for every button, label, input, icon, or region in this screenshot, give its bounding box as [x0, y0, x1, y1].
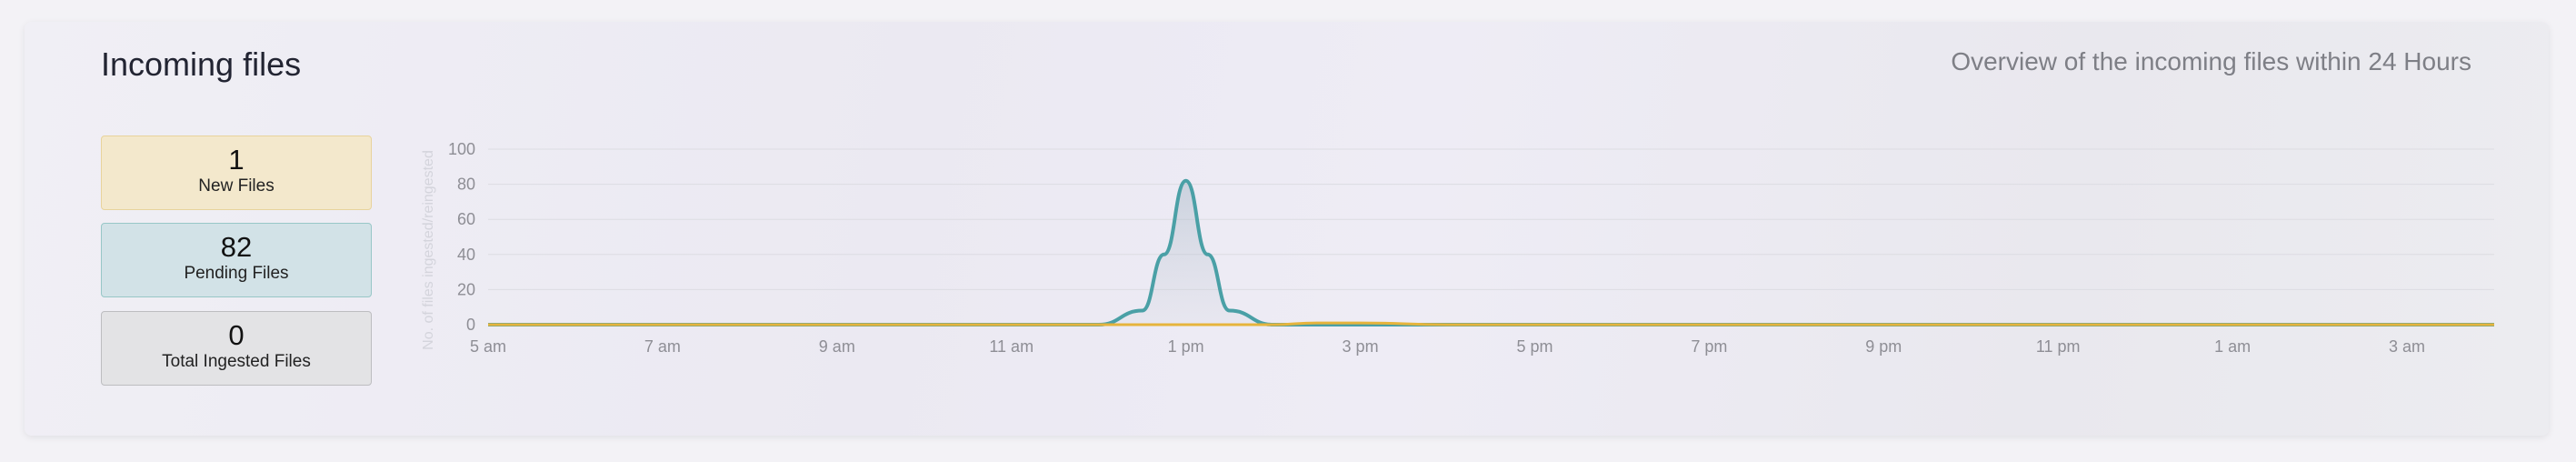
x-tick-label: 3 am [2389, 337, 2425, 356]
x-tick-label: 5 am [470, 337, 506, 356]
x-tick-label: 1 pm [1168, 337, 1204, 356]
x-tick-label: 11 am [989, 337, 1033, 356]
y-tick-label: 100 [448, 140, 475, 158]
y-tick-label: 0 [466, 316, 475, 334]
x-tick-label: 7 pm [1691, 337, 1727, 356]
y-tick-label: 20 [457, 280, 475, 298]
incoming-files-chart: 0 20 40 60 80 100 5 am 7 am 9 am 11 am 1 pm 3 pm 5 p… [448, 140, 2494, 356]
x-tick-label: 11 pm [2036, 337, 2081, 356]
x-tick-label: 9 am [819, 337, 855, 356]
y-tick-label: 60 [457, 210, 475, 228]
x-tick-label: 5 pm [1516, 337, 1553, 356]
series-area-0 [488, 180, 2494, 325]
x-tick-label: 9 pm [1865, 337, 1902, 356]
incoming-files-card: Incoming files Overview of the incoming … [25, 22, 2549, 436]
x-tick-label: 7 am [644, 337, 681, 356]
series-line-0 [487, 178, 2494, 327]
y-tick-label: 80 [457, 176, 475, 194]
x-tick-label: 3 pm [1343, 337, 1379, 356]
x-tick-label: 1 am [2214, 337, 2251, 356]
y-tick-label: 40 [457, 246, 475, 264]
